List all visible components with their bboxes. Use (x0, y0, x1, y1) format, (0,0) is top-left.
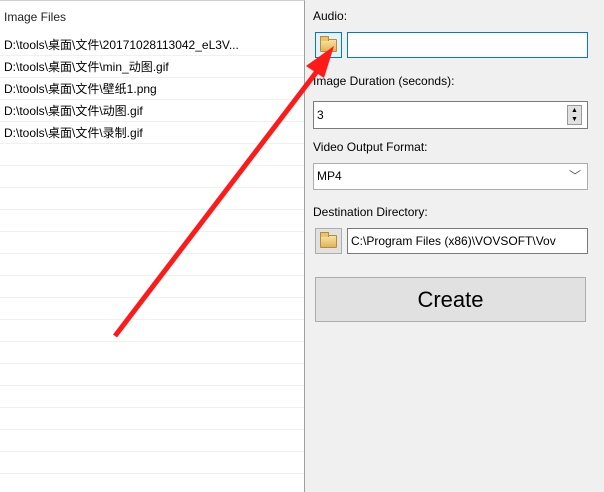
arrow-shaft (113, 68, 320, 338)
red-arrow-annotation (113, 46, 334, 338)
arrow-head (306, 46, 334, 78)
